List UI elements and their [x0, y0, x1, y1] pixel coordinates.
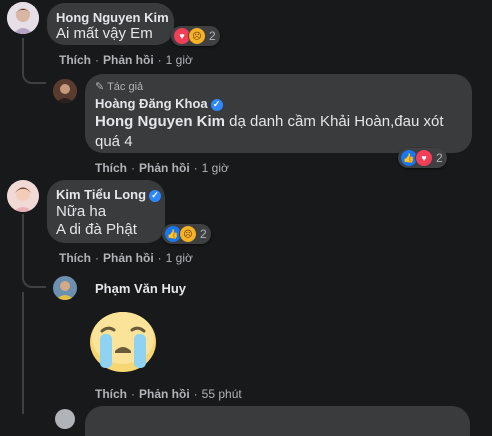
reply-link[interactable]: Phản hồi: [103, 251, 154, 265]
reaction-count: 2: [209, 29, 216, 43]
comment-text-line: A di đà Phật: [56, 221, 137, 238]
comment-actions: Thích · Phản hồi · 1 giờ: [95, 161, 229, 175]
reply-link[interactable]: Phản hồi: [103, 53, 154, 67]
comment-author[interactable]: Kim Tiểu Long ✓: [56, 187, 162, 202]
reply-thread-line: [22, 292, 24, 414]
mention-link[interactable]: Hong Nguyen Kim: [95, 113, 225, 130]
reaction-summary[interactable]: 👍 ♥ 2: [398, 148, 447, 168]
crying-face-sticker: [90, 312, 156, 372]
avatar-photo: [53, 276, 77, 300]
avatar[interactable]: [53, 276, 77, 300]
sad-reaction-icon: ☹: [179, 225, 197, 243]
verified-badge-icon: ✓: [149, 189, 162, 202]
like-link[interactable]: Thích: [59, 53, 91, 67]
avatar[interactable]: [7, 180, 39, 212]
avatar[interactable]: [55, 409, 75, 429]
avatar[interactable]: [7, 2, 39, 34]
comment-text: Ai mất vậy Em: [56, 25, 153, 42]
author-badge: ✎ Tác giả: [95, 81, 144, 93]
comment-author[interactable]: Hoàng Đăng Khoa ✓: [95, 96, 223, 111]
comment-bubble: Kim Tiểu Long ✓ Nữa ha A di đà Phật: [47, 180, 165, 243]
avatar-photo: [7, 2, 39, 34]
comment-author[interactable]: Phạm Văn Huy: [95, 281, 186, 296]
comment-actions: Thích · Phản hồi · 1 giờ: [59, 251, 193, 265]
comment-text: Hong Nguyen Kim dạ danh cầm Khải Hoàn,đa…: [95, 113, 444, 150]
comment-bubble: [85, 406, 470, 436]
reaction-count: 2: [436, 151, 443, 165]
avatar-photo: [53, 79, 77, 103]
comment-bubble: Hong Nguyen Kim Ai mất vậy Em: [47, 3, 174, 45]
comment-timestamp[interactable]: 1 giờ: [202, 161, 229, 175]
like-link[interactable]: Thích: [95, 387, 127, 401]
reaction-summary[interactable]: ♥ ☹ 2: [171, 26, 220, 46]
like-link[interactable]: Thích: [95, 161, 127, 175]
reaction-summary[interactable]: 👍 ☹ 2: [162, 224, 211, 244]
reply-link[interactable]: Phản hồi: [139, 387, 190, 401]
reaction-count: 2: [200, 227, 207, 241]
comment-timestamp[interactable]: 1 giờ: [166, 53, 193, 67]
comment-text-line: Nữa ha: [56, 203, 107, 220]
verified-badge-icon: ✓: [210, 98, 223, 111]
reply-link[interactable]: Phản hồi: [139, 161, 190, 175]
comment-author[interactable]: Hong Nguyen Kim: [56, 10, 169, 25]
comment-timestamp[interactable]: 55 phút: [202, 387, 242, 401]
pencil-icon: ✎: [95, 81, 105, 93]
sad-reaction-icon: ☹: [188, 27, 206, 45]
reply-thread-line: [22, 214, 46, 288]
comment-actions: Thích · Phản hồi · 55 phút: [95, 387, 242, 401]
love-reaction-icon: ♥: [415, 149, 433, 167]
reply-thread-line: [22, 38, 46, 84]
comment-actions: Thích · Phản hồi · 1 giờ: [59, 53, 193, 67]
comment-bubble: ✎ Tác giả Hoàng Đăng Khoa ✓ Hong Nguyen K…: [85, 74, 472, 153]
like-link[interactable]: Thích: [59, 251, 91, 265]
avatar[interactable]: [53, 79, 77, 103]
avatar-photo: [7, 180, 39, 212]
comment-timestamp[interactable]: 1 giờ: [166, 251, 193, 265]
